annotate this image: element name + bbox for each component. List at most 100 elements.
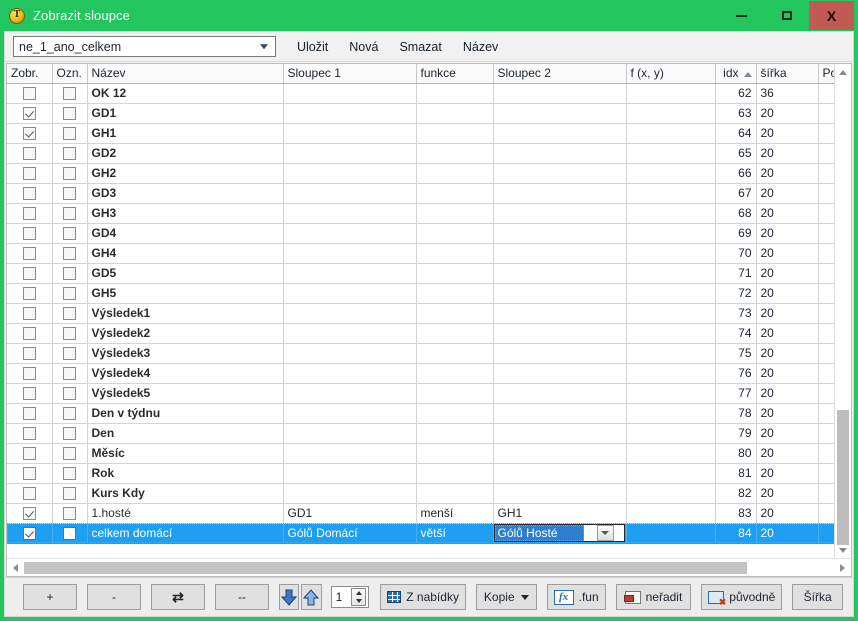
scroll-up-button[interactable] [835, 64, 851, 80]
cell-po[interactable] [818, 523, 834, 544]
visible-checkbox[interactable] [22, 526, 36, 540]
marked-cell[interactable] [52, 243, 88, 264]
cell-sloupec1[interactable] [283, 443, 417, 464]
cell-idx[interactable]: 84 [715, 523, 757, 544]
marked-cell[interactable] [52, 123, 88, 144]
visible-cell[interactable] [7, 103, 53, 124]
cell-editor-dropdown-button[interactable] [596, 525, 614, 541]
cell-sloupec1[interactable] [283, 243, 417, 264]
horizontal-scrollbar[interactable] [7, 558, 851, 576]
visible-checkbox[interactable] [22, 506, 36, 520]
cell-idx[interactable]: 62 [715, 83, 757, 104]
cell-funkce[interactable] [416, 203, 494, 224]
cell-sirka[interactable]: 20 [756, 483, 819, 504]
marked-cell[interactable] [52, 163, 88, 184]
cell-sloupec2[interactable] [493, 83, 627, 104]
minimize-button[interactable] [719, 1, 764, 30]
table-row[interactable]: Výsledek5 77 20 [7, 383, 834, 404]
cell-sloupec2[interactable]: Gólů Hosté [493, 523, 627, 544]
spinner-up-icon[interactable] [355, 591, 362, 595]
visible-checkbox[interactable] [22, 486, 36, 500]
cell-idx[interactable]: 67 [715, 183, 757, 204]
cell-fxy[interactable] [626, 323, 716, 344]
cell-nazev[interactable]: Kurs Kdy [87, 483, 284, 504]
cell-sirka[interactable]: 20 [756, 223, 819, 244]
cell-nazev[interactable]: Výsledek4 [87, 363, 284, 384]
cell-sloupec2[interactable] [493, 103, 627, 124]
visible-cell[interactable] [7, 183, 53, 204]
table-row[interactable]: Den v týdnu 78 20 [7, 403, 834, 424]
cell-sirka[interactable]: 20 [756, 383, 819, 404]
cell-fxy[interactable] [626, 163, 716, 184]
cell-sloupec1[interactable] [283, 283, 417, 304]
cell-funkce[interactable] [416, 103, 494, 124]
cell-po[interactable] [818, 203, 834, 224]
cell-sloupec2[interactable]: GH1 [493, 503, 627, 524]
table-row[interactable]: GD2 65 20 [7, 143, 834, 164]
marked-cell[interactable] [52, 203, 88, 224]
marked-checkbox[interactable] [63, 426, 76, 440]
cell-sirka[interactable]: 20 [756, 523, 819, 544]
cell-idx[interactable]: 73 [715, 303, 757, 324]
cell-funkce[interactable]: menší [416, 503, 494, 524]
cell-po[interactable] [818, 243, 834, 264]
cell-sirka[interactable]: 20 [756, 363, 819, 384]
marked-checkbox[interactable] [63, 86, 76, 100]
cell-funkce[interactable] [416, 263, 494, 284]
cell-sloupec1[interactable] [283, 343, 417, 364]
cell-sirka[interactable]: 20 [756, 283, 819, 304]
cell-sirka[interactable]: 20 [756, 443, 819, 464]
cell-idx[interactable]: 78 [715, 403, 757, 424]
cell-fxy[interactable] [626, 103, 716, 124]
cell-sloupec2[interactable] [493, 363, 627, 384]
marked-cell[interactable] [52, 483, 88, 504]
table-row[interactable]: GH2 66 20 [7, 163, 834, 184]
cell-funkce[interactable] [416, 183, 494, 204]
table-row[interactable]: Výsledek4 76 20 [7, 363, 834, 384]
from-menu-button[interactable]: Z nabídky [380, 584, 466, 610]
table-row[interactable]: Výsledek3 75 20 [7, 343, 834, 364]
cell-idx[interactable]: 70 [715, 243, 757, 264]
cell-idx[interactable]: 65 [715, 143, 757, 164]
cell-po[interactable] [818, 103, 834, 124]
clear-button[interactable]: -- [214, 584, 269, 610]
cell-nazev[interactable]: Den [87, 423, 284, 444]
table-row[interactable]: GD1 63 20 [7, 103, 834, 124]
cell-sloupec1[interactable] [283, 123, 417, 144]
marked-checkbox[interactable] [63, 166, 76, 180]
cell-sloupec2[interactable] [493, 303, 627, 324]
col-header-po[interactable]: Po [818, 64, 834, 84]
cell-fxy[interactable] [626, 363, 716, 384]
cell-sloupec2[interactable] [493, 143, 627, 164]
visible-checkbox[interactable] [22, 366, 36, 380]
cell-nazev[interactable]: GH2 [87, 163, 284, 184]
cell-nazev[interactable]: GD4 [87, 223, 284, 244]
cell-sirka[interactable]: 20 [756, 343, 819, 364]
marked-checkbox[interactable] [63, 246, 76, 260]
cell-po[interactable] [818, 183, 834, 204]
marked-checkbox[interactable] [63, 286, 76, 300]
cell-idx[interactable]: 72 [715, 283, 757, 304]
marked-cell[interactable] [52, 323, 88, 344]
cell-idx[interactable]: 75 [715, 343, 757, 364]
cell-idx[interactable]: 82 [715, 483, 757, 504]
cell-sirka[interactable]: 20 [756, 203, 819, 224]
marked-cell[interactable] [52, 223, 88, 244]
cell-po[interactable] [818, 143, 834, 164]
cell-nazev[interactable]: Výsledek2 [87, 323, 284, 344]
cell-nazev[interactable]: OK 12 [87, 83, 284, 104]
visible-checkbox[interactable] [22, 226, 36, 240]
step-spinner-buttons[interactable] [351, 588, 367, 606]
cell-fxy[interactable] [626, 263, 716, 284]
marked-cell[interactable] [52, 523, 88, 544]
col-header-funkce[interactable]: funkce [416, 64, 494, 84]
cell-sloupec1[interactable] [283, 103, 417, 124]
visible-cell[interactable] [7, 143, 53, 164]
profile-select[interactable]: ne_1_ano_celkem [13, 36, 276, 57]
cell-sloupec2[interactable] [493, 343, 627, 364]
cell-po[interactable] [818, 263, 834, 284]
cell-sloupec1[interactable] [283, 303, 417, 324]
marked-checkbox[interactable] [63, 526, 76, 540]
table-row[interactable]: Výsledek2 74 20 [7, 323, 834, 344]
cell-fxy[interactable] [626, 203, 716, 224]
